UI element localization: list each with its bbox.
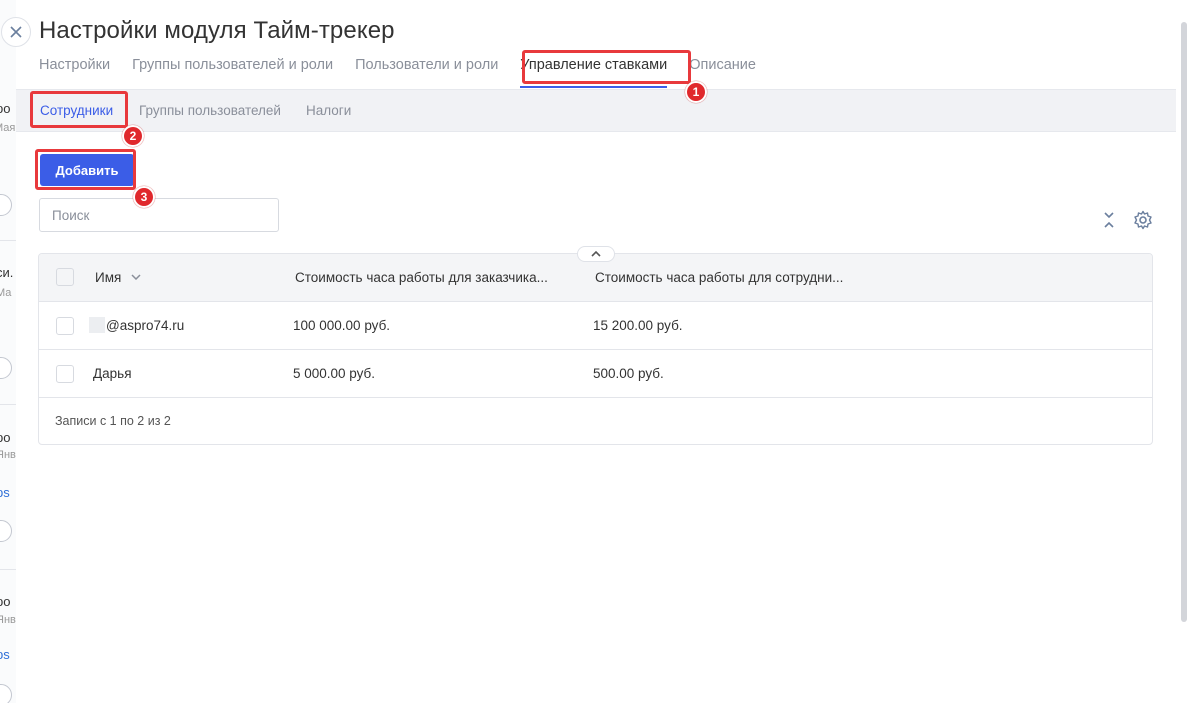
bg-text: си. [0,265,14,280]
blurred-avatar [89,317,105,333]
bg-text: ро [0,101,11,116]
step-badge-1: 1 [685,81,707,103]
column-header-employee-rate[interactable]: Стоимость часа работы для сотрудни... [595,254,843,302]
tab-settings[interactable]: Настройки [39,50,110,88]
cell-employee-rate: 500.00 руб. [593,366,664,381]
subtab-user-groups[interactable]: Группы пользователей [139,90,281,132]
rates-table: Имя Стоимость часа работы для заказчика.… [38,253,1153,445]
scrollbar[interactable] [1181,22,1187,622]
collapse-filter-button[interactable] [577,246,615,262]
subtab-employees[interactable]: Сотрудники [40,90,113,132]
main-tabs: Настройки Группы пользователей и роли По… [39,50,778,88]
tab-user-groups-roles[interactable]: Группы пользователей и роли [132,50,333,88]
divider [0,240,16,241]
divider [0,569,16,570]
sub-tabs: Сотрудники Группы пользователей Налоги [16,89,1176,132]
column-header-client-rate[interactable]: Стоимость часа работы для заказчика... [295,254,548,302]
bg-text: Янв [0,614,16,626]
bg-text: Ма [0,287,12,299]
chevron-down-icon [131,274,141,281]
tab-users-roles[interactable]: Пользователи и роли [355,50,498,88]
table-row[interactable]: Дарья 5 000.00 руб. 500.00 руб. [39,350,1152,398]
cell-name[interactable]: Дарья [93,350,132,398]
collapse-expand-icon[interactable] [1102,210,1116,230]
subtab-taxes[interactable]: Налоги [306,90,351,132]
chevron-up-icon [591,251,601,257]
gear-icon[interactable] [1133,210,1153,230]
close-icon [10,26,22,38]
step-badge-2: 2 [122,125,144,147]
background-page: ро Мая си. Ма ро Янв ps ро Янв ps [0,0,16,703]
cell-employee-rate: 15 200.00 руб. [593,318,683,333]
pagination-summary: Записи с 1 по 2 из 2 [55,414,171,428]
bg-text: Янв [0,449,16,461]
chat-icon [0,357,12,379]
search-input[interactable] [39,198,279,232]
cell-name[interactable]: @aspro74.ru [89,302,184,350]
select-all-checkbox[interactable] [56,268,74,286]
chat-icon [0,684,12,703]
bg-text: ро [0,430,11,445]
row-checkbox[interactable] [56,317,74,335]
chat-icon [0,520,12,542]
divider [0,404,16,405]
bg-text: Мая [0,122,16,134]
column-header-name[interactable]: Имя [95,254,141,302]
settings-panel: Настройки модуля Тайм-трекер Настройки Г… [16,0,1191,703]
cell-client-rate: 100 000.00 руб. [293,318,391,333]
close-button[interactable] [1,17,31,47]
chat-icon [0,194,12,216]
cell-client-rate: 5 000.00 руб. [293,366,376,381]
bg-link: ps [0,647,10,662]
bg-text: ро [0,594,11,609]
row-checkbox[interactable] [56,365,74,383]
tab-rate-management[interactable]: Управление ставками [520,50,667,88]
bg-link: ps [0,485,10,500]
add-button[interactable]: Добавить [40,154,134,186]
table-row[interactable]: @aspro74.ru 100 000.00 руб. 15 200.00 ру… [39,302,1152,350]
step-badge-3: 3 [133,186,155,208]
page-title: Настройки модуля Тайм-трекер [39,17,395,44]
